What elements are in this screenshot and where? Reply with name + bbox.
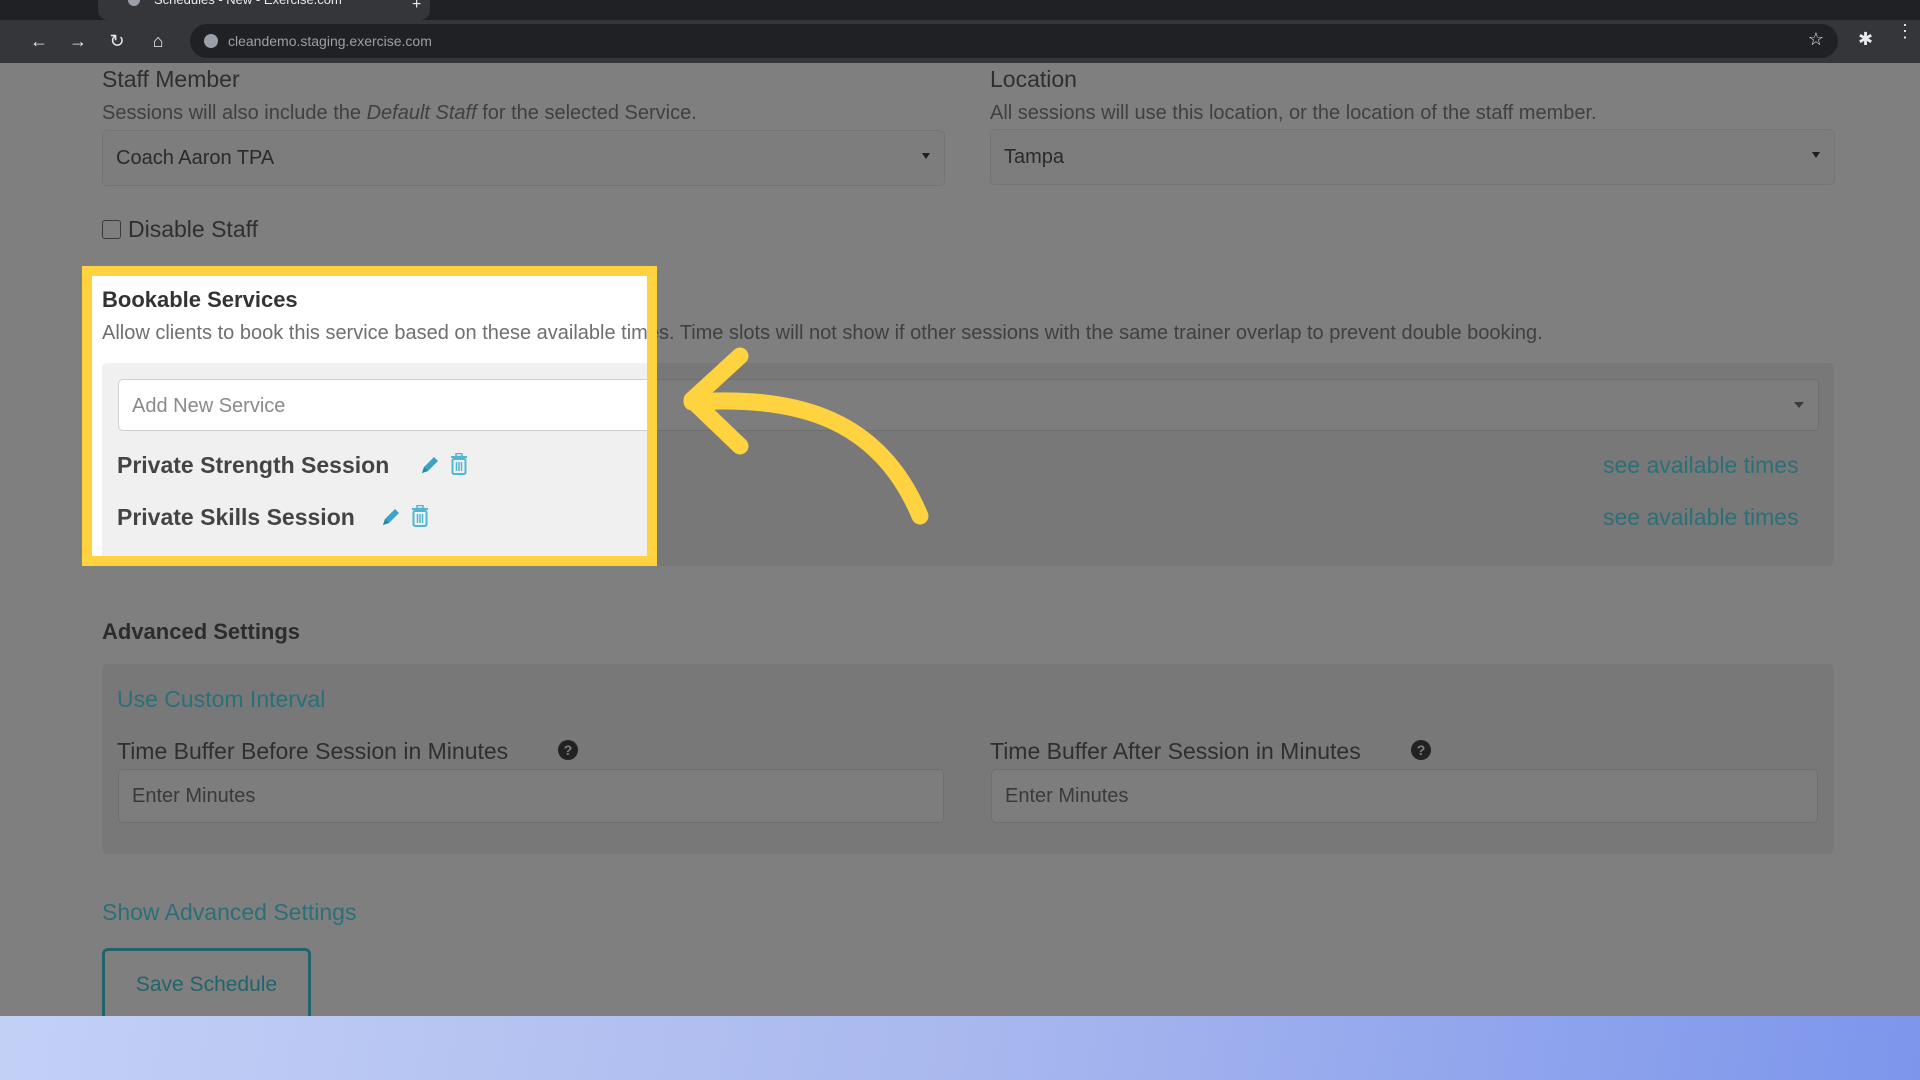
tab-strip: Schedules - New - Exercise.com + [0, 0, 1920, 20]
bookable-services-heading: Bookable Services [102, 287, 298, 312]
disable-staff-label: Disable Staff [128, 216, 258, 242]
staff-desc-prefix: Sessions will also include the [102, 102, 367, 124]
service-name: Private Skills Session [117, 504, 355, 530]
buffer-before-label: Time Buffer Before Session in Minutes [117, 738, 509, 764]
service-name: Private Strength Session [117, 452, 390, 478]
address-bar[interactable]: cleandemo.staging.exercise.com ☆ [190, 24, 1838, 58]
highlight-content: Bookable Services Allow clients to book … [92, 276, 648, 556]
location-label: Location [990, 66, 1077, 92]
back-arrow-icon[interactable]: ← [26, 28, 52, 54]
buffer-after-placeholder: Enter Minutes [1005, 785, 1129, 807]
new-tab-button[interactable]: + [412, 0, 421, 14]
buffer-after-input[interactable]: Enter Minutes [991, 769, 1818, 823]
site-info-icon[interactable] [204, 34, 218, 48]
save-schedule-button[interactable]: Save Schedule [102, 948, 311, 1016]
pencil-edit-icon[interactable] [420, 455, 440, 475]
help-question-icon[interactable]: ? [1411, 740, 1431, 760]
caret-down-icon [1794, 402, 1804, 408]
bookable-services-description: Allow clients to book this service based… [102, 322, 648, 344]
bookmark-star-icon[interactable]: ☆ [1808, 29, 1824, 50]
staff-member-description: Sessions will also include the Default S… [102, 102, 697, 125]
add-new-service-select[interactable]: Add New Service [118, 379, 647, 431]
staff-member-value: Coach Aaron TPA [116, 147, 275, 169]
staff-member-select[interactable]: Coach Aaron TPA [102, 130, 945, 186]
background-gradient [0, 1016, 1920, 1080]
buffer-before-placeholder: Enter Minutes [132, 785, 256, 807]
buffer-after-label: Time Buffer After Session in Minutes [990, 738, 1361, 764]
tab-title: Schedules - New - Exercise.com [154, 0, 342, 7]
help-question-icon[interactable]: ? [558, 740, 578, 760]
caret-down-icon [1812, 152, 1820, 158]
add-new-service-placeholder: Add New Service [132, 395, 286, 417]
trash-delete-icon[interactable] [411, 505, 429, 527]
reload-icon[interactable]: ↻ [104, 28, 130, 54]
staff-member-label: Staff Member [102, 66, 240, 92]
trash-delete-icon[interactable] [450, 453, 468, 475]
browser-menu-icon[interactable]: ⋮ [1896, 22, 1914, 40]
browser-tab[interactable]: Schedules - New - Exercise.com [98, 0, 430, 20]
location-description: All sessions will use this location, or … [990, 102, 1597, 124]
buffer-before-input[interactable]: Enter Minutes [118, 769, 944, 823]
advanced-settings-heading: Advanced Settings [102, 619, 301, 644]
favicon-icon [128, 0, 140, 6]
browser-toolbar: ← → ↻ ⌂ cleandemo.staging.exercise.com ☆ [0, 20, 1920, 63]
disable-staff-checkbox[interactable] [102, 220, 121, 239]
pencil-edit-icon[interactable] [381, 507, 401, 527]
show-advanced-settings-link[interactable]: Show Advanced Settings [102, 899, 356, 926]
forward-arrow-icon[interactable]: → [65, 28, 91, 54]
location-value: Tampa [1004, 146, 1065, 168]
highlight-box: Bookable Services Allow clients to book … [82, 266, 657, 566]
caret-down-icon [922, 153, 930, 159]
url-text[interactable]: cleandemo.staging.exercise.com [228, 33, 432, 49]
extensions-puzzle-icon[interactable]: ✱ [1858, 29, 1873, 50]
save-schedule-label: Save Schedule [135, 973, 278, 996]
see-available-times-link[interactable]: see available times [1603, 504, 1799, 531]
home-icon[interactable]: ⌂ [145, 28, 171, 54]
location-select[interactable]: Tampa [990, 129, 1835, 185]
use-custom-interval-link[interactable]: Use Custom Interval [117, 686, 325, 713]
staff-desc-suffix: for the selected Service. [476, 102, 697, 124]
staff-desc-emphasis: Default Staff [366, 102, 477, 124]
see-available-times-link[interactable]: see available times [1603, 452, 1799, 479]
